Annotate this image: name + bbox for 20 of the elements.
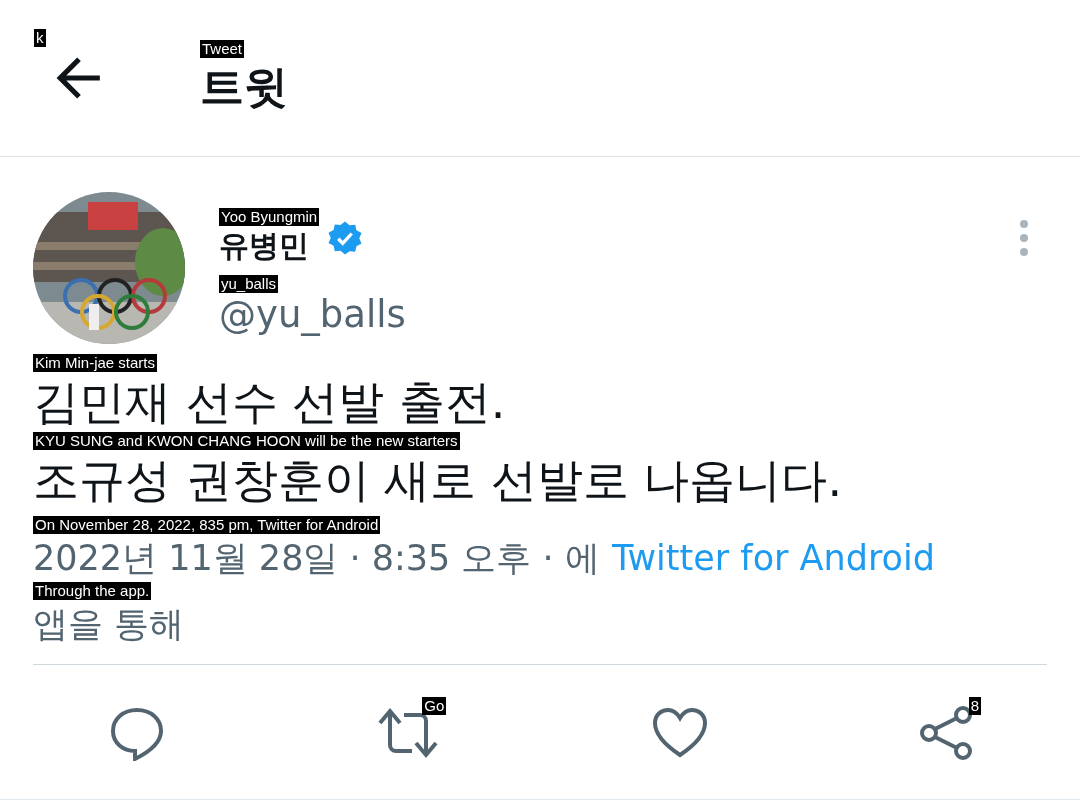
translation-label: yu_balls xyxy=(219,275,279,293)
tweet-text: 조규성 권창훈이 새로 선발로 나옵니다. xyxy=(33,452,843,509)
tweet-timestamp: 2022년 11월 28일 · 8:35 오후 · 에 xyxy=(33,537,600,580)
translation-label: On November 28, 2022, 835 pm, Twitter for Android xyxy=(33,516,381,534)
heart-icon[interactable] xyxy=(651,707,708,759)
translation-label: Go xyxy=(422,697,447,715)
reply-icon[interactable] xyxy=(109,705,165,761)
translation-label: KYU SUNG and KWON CHANG HOON will be the new starters xyxy=(33,432,460,450)
translation-label: Tweet xyxy=(200,39,245,58)
page-title: 트윗 xyxy=(200,59,288,114)
source-suffix: 앱을 통해 xyxy=(33,603,185,646)
author-handle: @yu_balls xyxy=(219,293,406,336)
author-name: 유병민 xyxy=(219,227,309,265)
translation-label: k xyxy=(34,29,46,47)
translation-label: 8 xyxy=(968,697,981,715)
translation-label: Yoo Byungmin xyxy=(219,208,320,226)
source-link[interactable]: Twitter for Android xyxy=(611,534,935,582)
tweet-text: 김민재 선수 선발 출전. xyxy=(33,374,506,431)
translation-label: Through the app. xyxy=(33,582,152,600)
translation-label: Kim Min-jae starts xyxy=(33,354,158,372)
